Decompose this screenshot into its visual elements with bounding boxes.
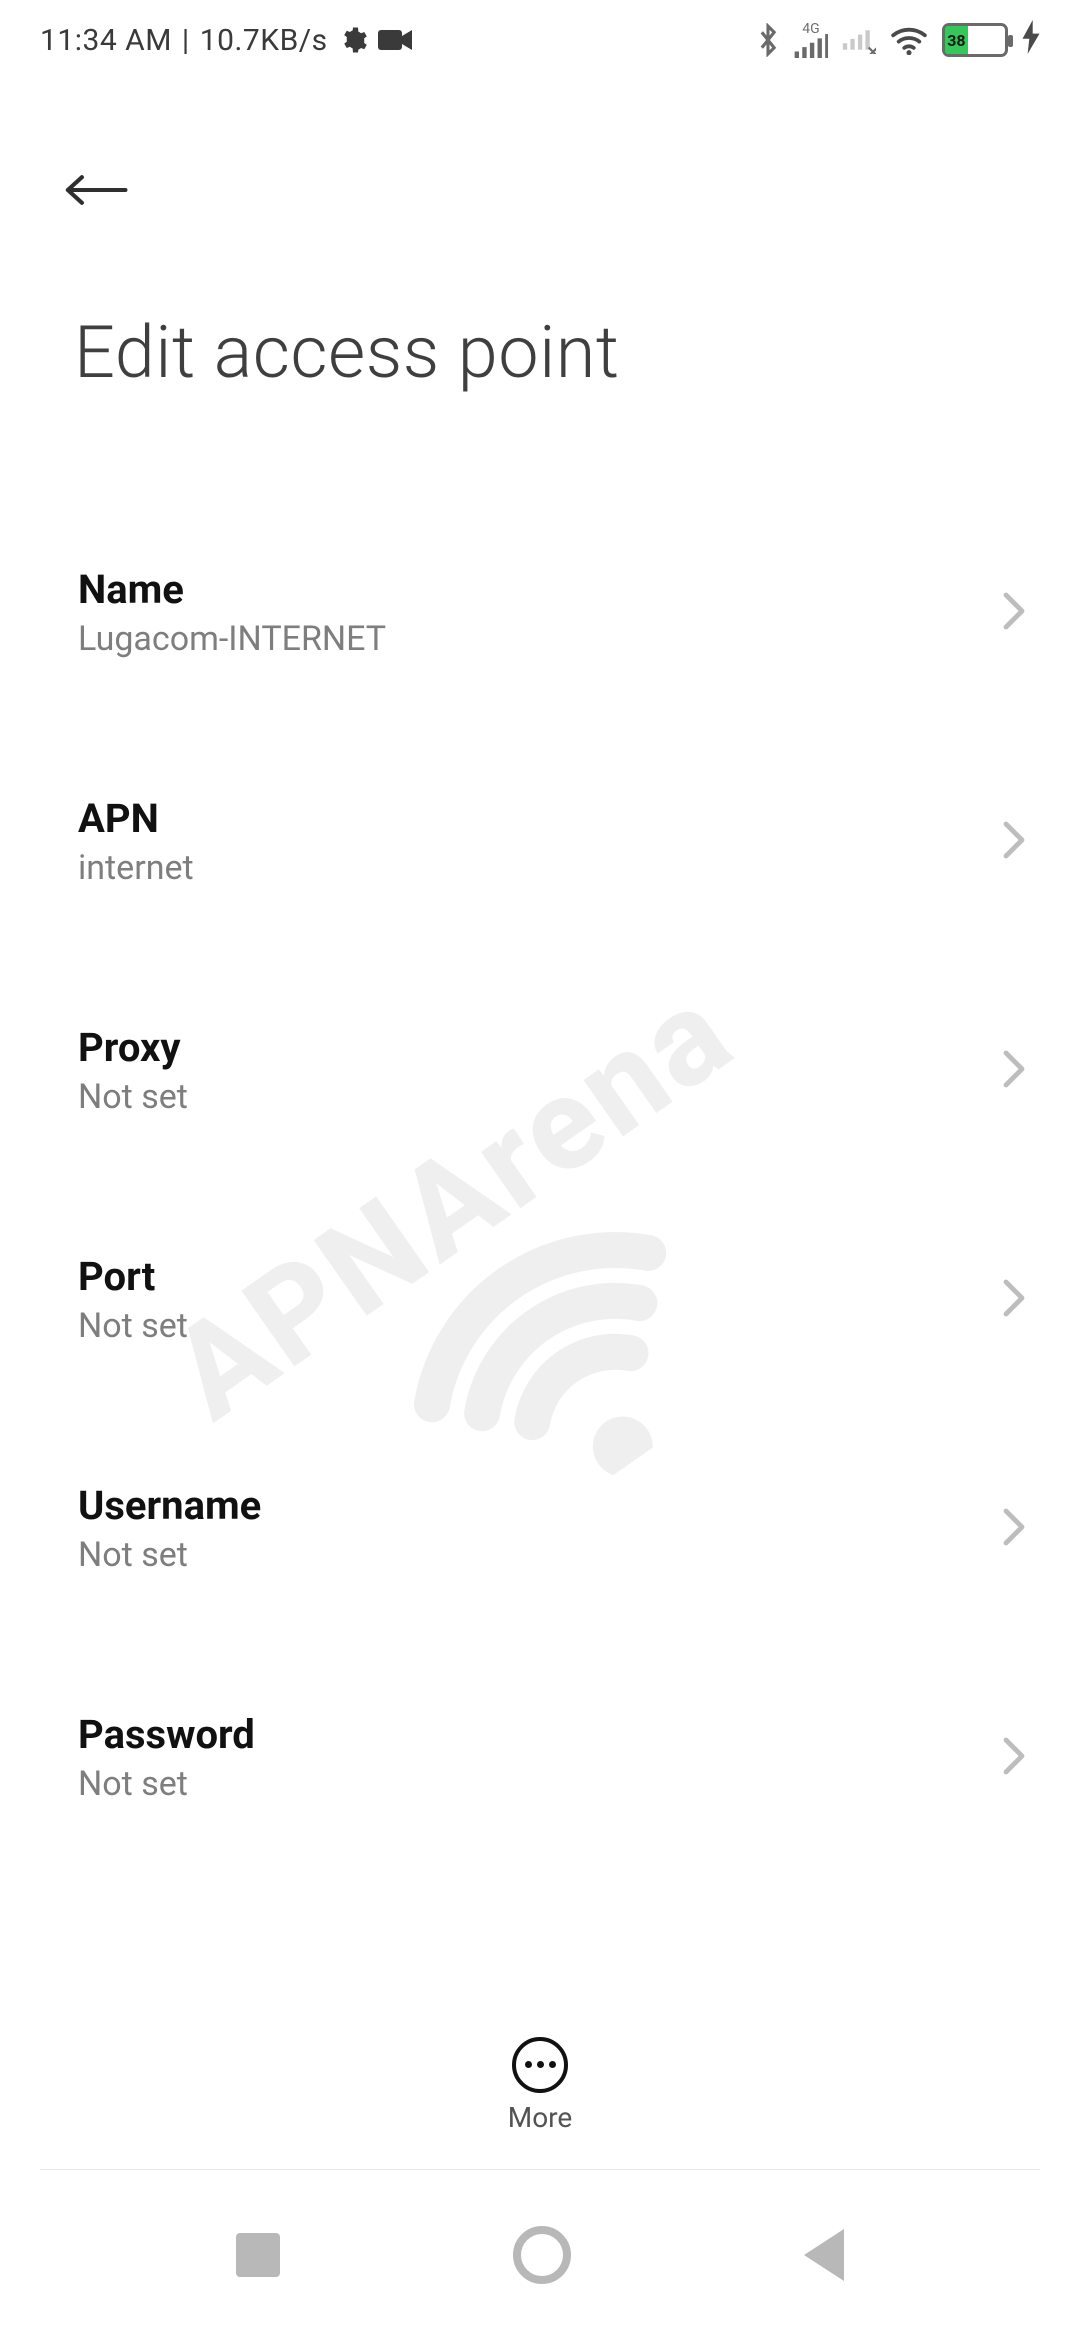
chevron-right-icon bbox=[1002, 1278, 1026, 1322]
status-sep: | bbox=[182, 23, 190, 58]
chevron-right-icon bbox=[1002, 1736, 1026, 1780]
row-value: internet bbox=[78, 848, 980, 888]
charging-icon bbox=[1022, 20, 1040, 61]
camera-icon bbox=[378, 28, 412, 52]
row-apn[interactable]: APN internet bbox=[0, 757, 1080, 926]
system-nav-bar bbox=[0, 2170, 1080, 2340]
status-left: 11:34 AM | 10.7KB/s bbox=[40, 23, 412, 58]
row-label: Port bbox=[78, 1253, 980, 1300]
row-port[interactable]: Port Not set bbox=[0, 1215, 1080, 1384]
chevron-right-icon bbox=[1002, 591, 1026, 635]
signal-2-no-sim-icon bbox=[842, 26, 876, 54]
battery-pct: 38 bbox=[947, 31, 965, 50]
status-right: 4G 38 bbox=[756, 20, 1040, 61]
row-label: Password bbox=[78, 1711, 980, 1758]
row-label: APN bbox=[78, 795, 980, 842]
wifi-icon bbox=[890, 25, 928, 55]
row-label: Username bbox=[78, 1482, 980, 1529]
more-button[interactable]: More bbox=[0, 2010, 1080, 2160]
chevron-right-icon bbox=[1002, 820, 1026, 864]
more-icon bbox=[512, 2037, 568, 2093]
row-username[interactable]: Username Not set bbox=[0, 1444, 1080, 1613]
arrow-left-icon bbox=[64, 170, 128, 210]
nav-recents-button[interactable] bbox=[236, 2233, 280, 2277]
back-button[interactable] bbox=[56, 150, 136, 230]
row-value: Not set bbox=[78, 1077, 980, 1117]
row-value: Not set bbox=[78, 1535, 980, 1575]
signal-bars-icon bbox=[794, 34, 828, 58]
chevron-right-icon bbox=[1002, 1507, 1026, 1551]
row-server[interactable]: Server Not set bbox=[0, 1902, 1080, 1940]
list-bottom-fade bbox=[0, 1970, 1080, 2010]
row-name[interactable]: Name Lugacom-INTERNET bbox=[0, 528, 1080, 697]
page-title: Edit access point bbox=[74, 310, 620, 395]
status-speed: 10.7KB/s bbox=[200, 23, 328, 58]
more-label: More bbox=[508, 2101, 573, 2134]
signal-1-group: 4G bbox=[794, 22, 828, 58]
row-label: Name bbox=[78, 566, 980, 613]
chevron-right-icon bbox=[1002, 1049, 1026, 1093]
bluetooth-icon bbox=[756, 23, 780, 57]
nav-back-button[interactable] bbox=[804, 2229, 844, 2281]
row-password[interactable]: Password Not set bbox=[0, 1673, 1080, 1842]
settings-list: Name Lugacom-INTERNET APN internet Proxy… bbox=[0, 528, 1080, 1940]
status-time: 11:34 AM bbox=[40, 23, 172, 58]
top-bar bbox=[0, 130, 1080, 250]
row-value: Lugacom-INTERNET bbox=[78, 619, 980, 659]
battery-indicator: 38 bbox=[942, 23, 1008, 57]
row-value: Not set bbox=[78, 1764, 980, 1804]
gear-icon bbox=[338, 25, 368, 55]
row-proxy[interactable]: Proxy Not set bbox=[0, 986, 1080, 1155]
row-value: Not set bbox=[78, 1306, 980, 1346]
row-label: Proxy bbox=[78, 1024, 980, 1071]
status-bar: 11:34 AM | 10.7KB/s 4G 38 bbox=[0, 0, 1080, 80]
nav-home-button[interactable] bbox=[513, 2226, 571, 2284]
